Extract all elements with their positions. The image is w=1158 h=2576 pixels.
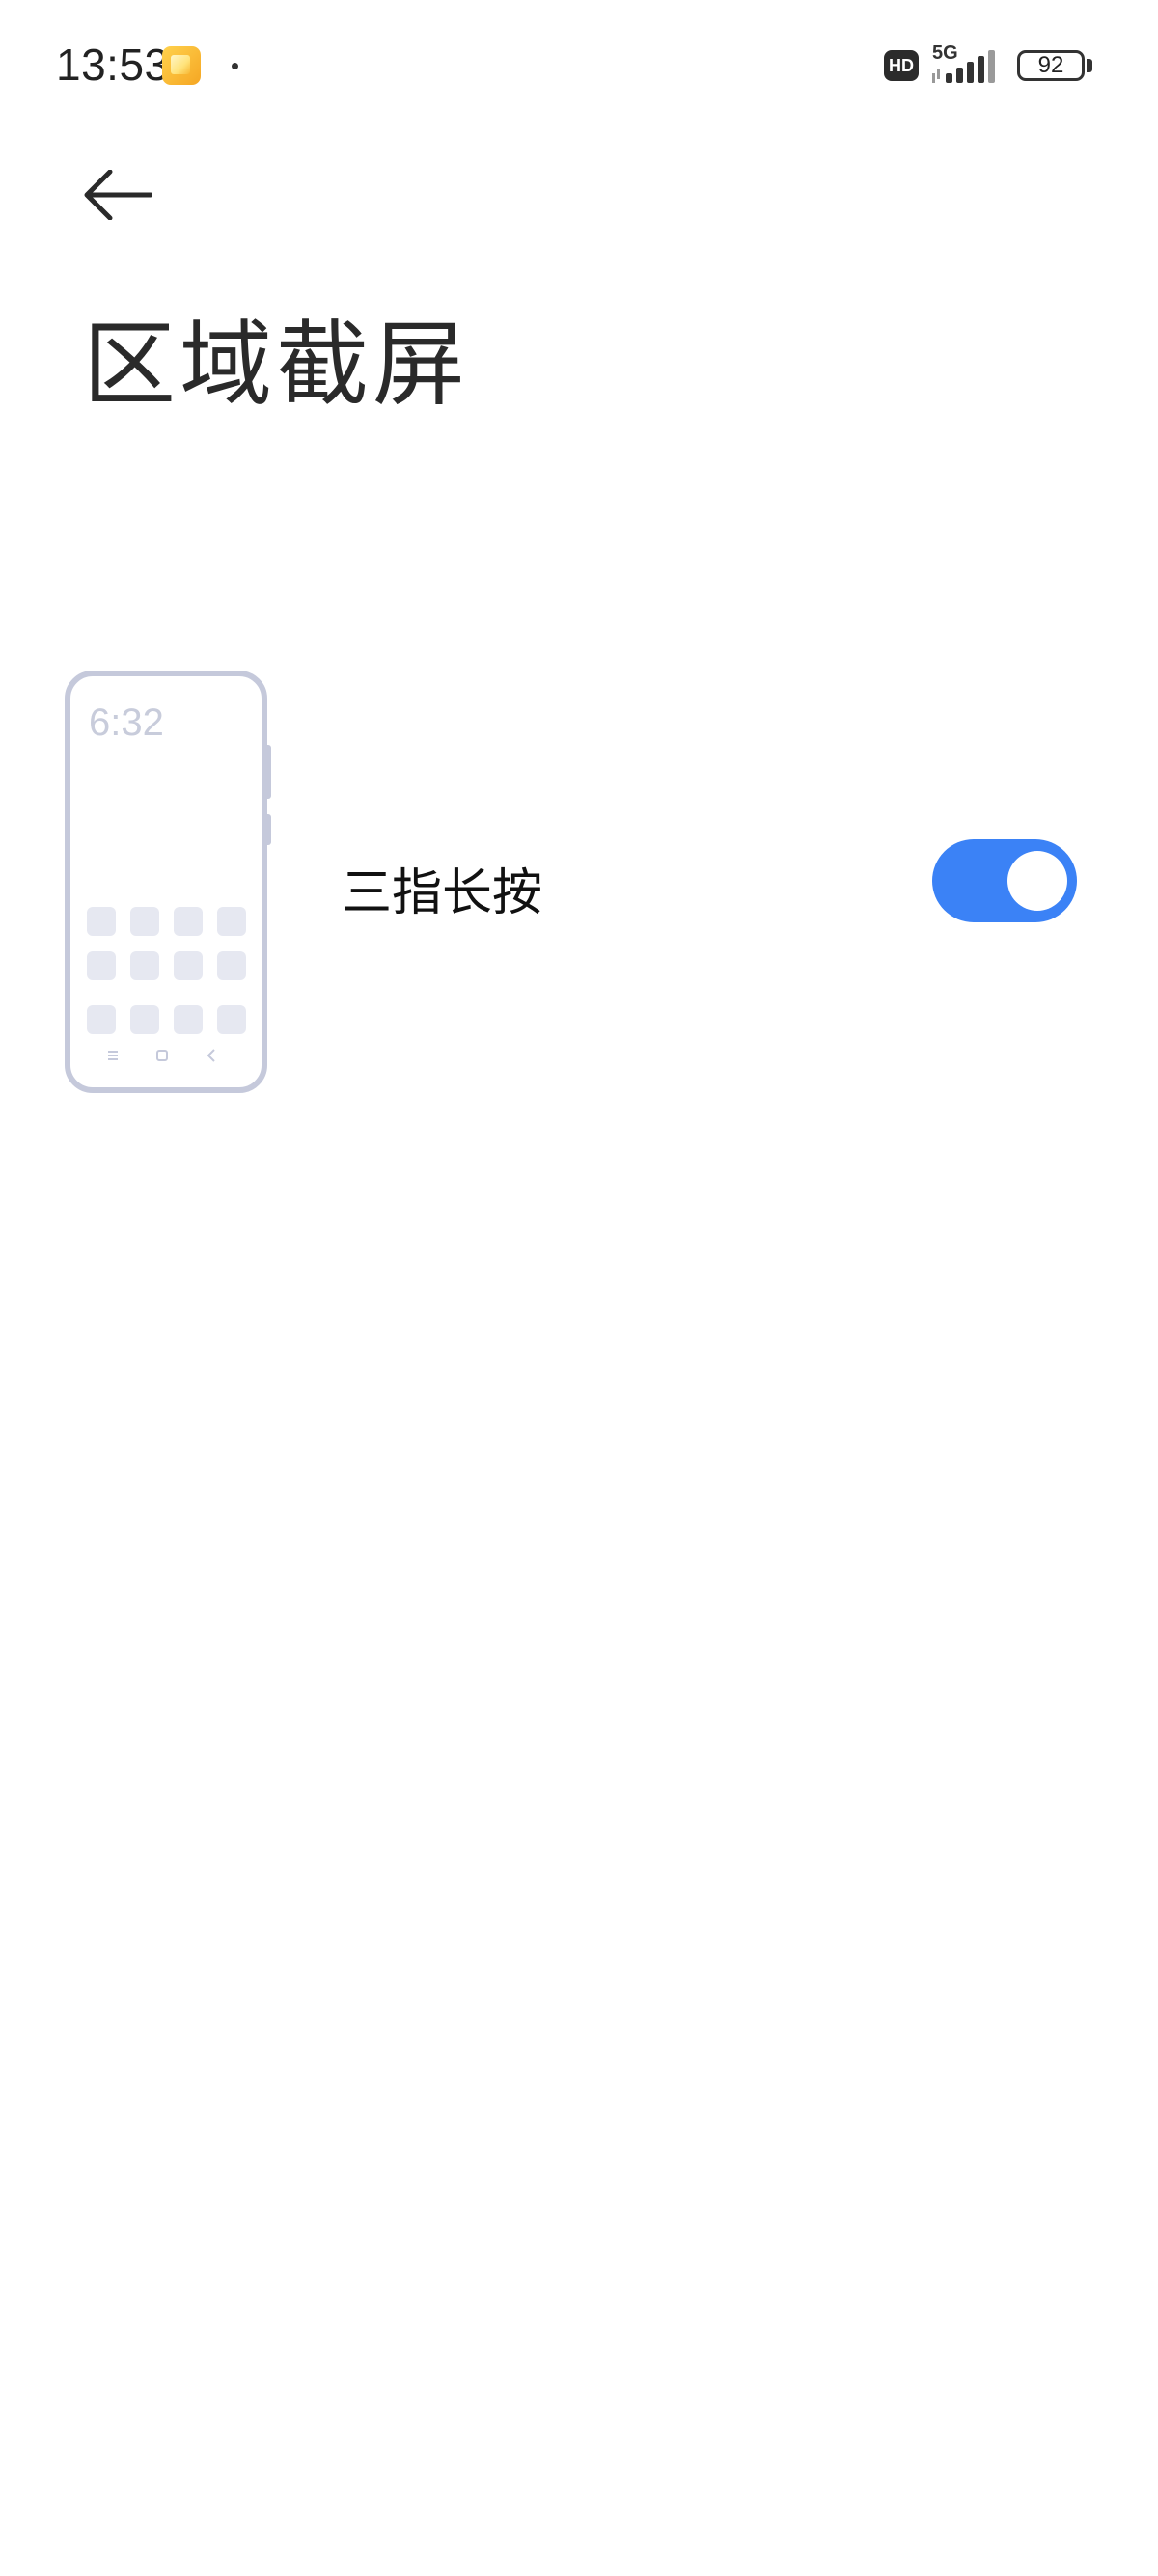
battery-cap [1087,59,1092,72]
more-notifications-dot-icon [232,63,238,69]
status-bar: 13:53 HD 5G 92 [0,0,1158,135]
phone-illustration: 6:32 [65,671,271,1093]
status-time: 13:53 [56,40,170,90]
signal-strength-icon [932,50,995,83]
battery-indicator: 92 [1017,50,1085,81]
setting-label: 三指长按 [342,864,543,922]
hd-voice-badge: HD [884,50,919,81]
three-finger-toggle[interactable] [932,839,1077,922]
arrow-left-icon [84,170,152,220]
toggle-knob [1007,851,1067,911]
gallery-notification-icon [162,46,201,85]
back-button[interactable] [68,154,168,235]
screen: 13:53 HD 5G 92 区域截屏 6:32 三指长按 [0,0,1158,2576]
page-title: 区域截屏 [83,311,469,419]
setting-row-three-finger[interactable]: 6:32 三指长按 [0,656,1158,1100]
illustration-clock: 6:32 [89,701,164,744]
